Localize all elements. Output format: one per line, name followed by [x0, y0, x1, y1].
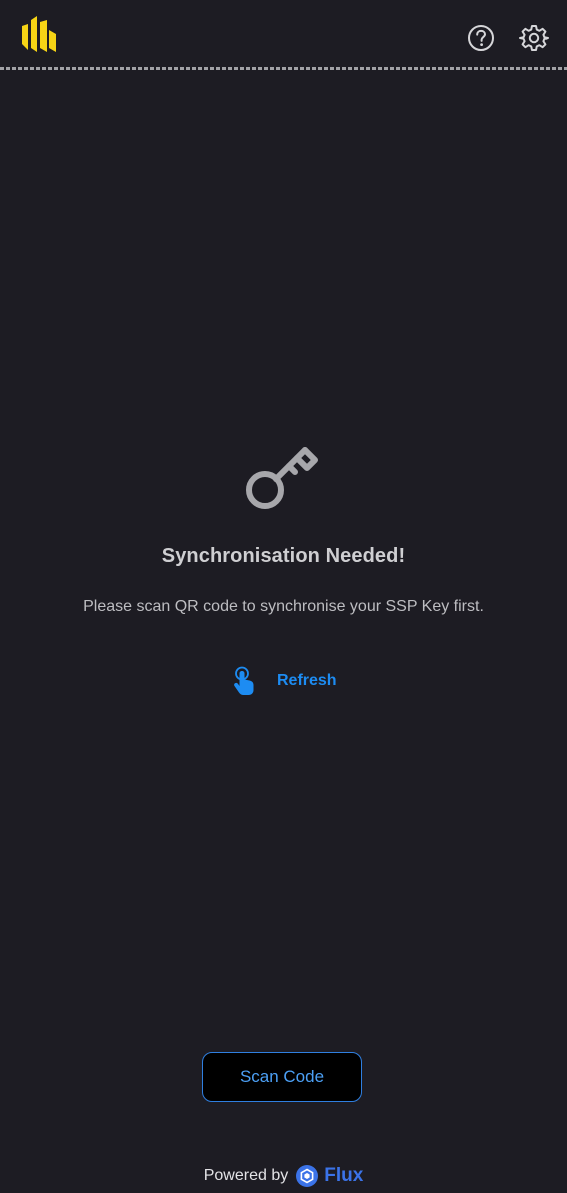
app-header — [0, 0, 567, 68]
powered-by-label: Powered by — [203, 1166, 289, 1184]
flux-logo-icon — [296, 1164, 319, 1187]
key-icon — [241, 440, 323, 516]
page-title: Synchronisation Needed! — [161, 545, 406, 567]
flux-link[interactable]: Flux — [296, 1164, 364, 1187]
sync-message: Please scan QR code to synchronise your … — [83, 598, 484, 615]
refresh-button[interactable]: Refresh — [230, 664, 337, 698]
refresh-label: Refresh — [277, 672, 337, 689]
ssp-logo-icon — [20, 12, 60, 54]
flux-brand-label: Flux — [324, 1164, 364, 1186]
footer: Powered by Flux — [0, 1158, 567, 1193]
pointer-hand-icon — [230, 665, 262, 697]
help-icon[interactable] — [465, 22, 497, 54]
scan-code-button[interactable]: Scan Code — [202, 1052, 362, 1102]
gear-icon[interactable] — [518, 22, 550, 54]
header-divider — [0, 67, 567, 70]
